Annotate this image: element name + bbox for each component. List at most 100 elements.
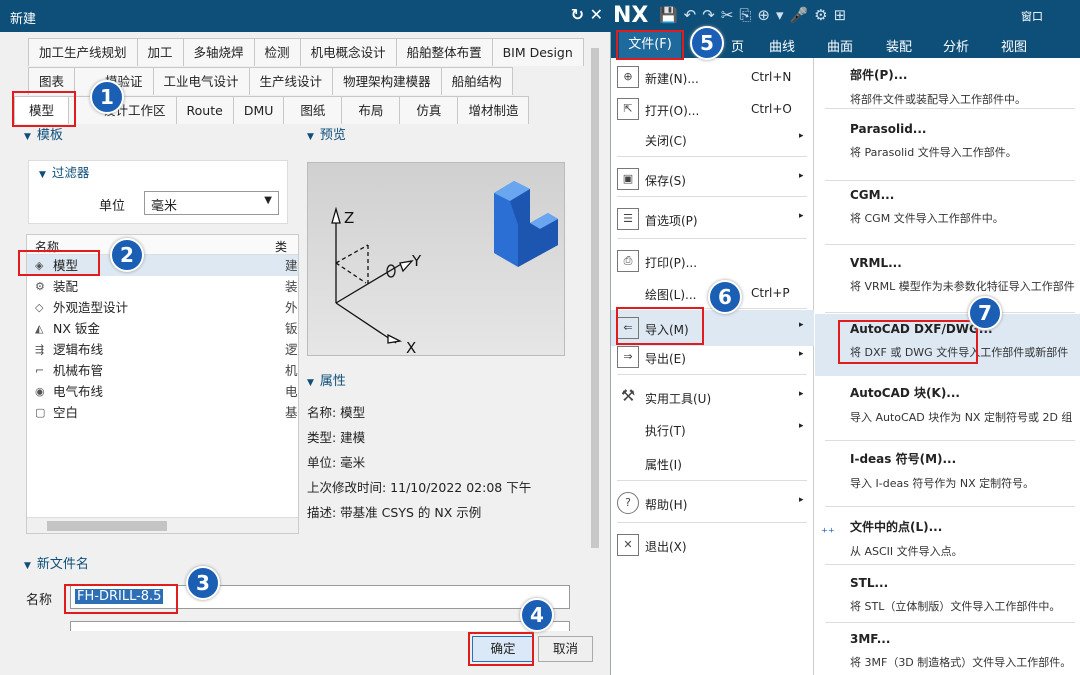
menu-item-new[interactable]: ⊕ 新建(N)... Ctrl+N [611, 62, 814, 92]
template-row[interactable]: ⚙ 装配 装 [27, 276, 298, 297]
template-row[interactable]: ⇶ 逻辑布线 逻 [27, 339, 298, 360]
unit-select-value: 毫米 [151, 199, 178, 214]
cancel-button[interactable]: 取消 [538, 636, 593, 662]
import-item-points-from-file[interactable]: ⁺⁺ 文件中的点(L)... 从 ASCII 文件导入点。 [815, 510, 1080, 572]
properties-section-header[interactable]: ▼ 属性 [297, 370, 346, 394]
tab-item[interactable]: BIM Design [491, 38, 584, 66]
logical-routing-icon: ⇶ [35, 343, 45, 356]
window-menu[interactable]: 窗口 [1021, 8, 1043, 24]
import-item-title: 3MF... [850, 632, 891, 646]
import-item-vrml[interactable]: VRML... 将 VRML 模型作为未参数化特征导入工作部件 [815, 248, 1080, 310]
tab-item[interactable]: 加工 [136, 38, 184, 66]
template-row[interactable]: ▢ 空白 基 [27, 402, 298, 423]
tab-item[interactable]: 机电概念设计 [299, 38, 397, 66]
template-name: NX 钣金 [53, 321, 100, 336]
tab-item[interactable]: 增材制造 [457, 96, 530, 124]
menu-item-utilities[interactable]: ⚒ 实用工具(U) ▸ [611, 382, 814, 412]
ribbon-tab[interactable]: 页 [731, 36, 744, 55]
tab-item[interactable]: 工业电气设计 [152, 67, 250, 95]
submenu-arrow-icon: ▸ [799, 171, 804, 181]
menu-item-exit[interactable]: ✕ 退出(X) [611, 530, 814, 560]
ribbon-tab[interactable]: 视图 [1001, 36, 1027, 55]
template-row[interactable]: ⌐ 机械布管 机 [27, 360, 298, 381]
menu-item-close[interactable]: 关闭(C) ▸ [611, 124, 814, 154]
submenu-arrow-icon: ▸ [799, 349, 804, 359]
import-item-ideas-symbol[interactable]: I-deas 符号(M)... 导入 I-deas 符号作为 NX 定制符号。 [815, 442, 1080, 504]
dialog-window-controls[interactable]: ↻ ✕ [571, 5, 603, 24]
menu-separator [825, 244, 1075, 245]
tab-item[interactable]: DMU [232, 96, 285, 124]
save-icon: ▣ [617, 168, 639, 190]
menu-shortcut: Ctrl+P [751, 286, 790, 300]
tab-item[interactable]: 物理架构建模器 [332, 67, 442, 95]
ribbon-tab[interactable]: 曲面 [827, 36, 853, 55]
template-type: 钣 [285, 321, 298, 336]
dialog-vertical-scrollbar[interactable] [588, 38, 602, 628]
prop-name: 名称: 模型 [307, 405, 366, 420]
import-item-stl[interactable]: STL... 将 STL（立体制版）文件导入工作部件中。 [815, 568, 1080, 630]
import-item-autocad-block[interactable]: AutoCAD 块(K)... 导入 AutoCAD 块作为 NX 定制符号或 2… [815, 376, 1080, 438]
tab-item[interactable]: 图纸 [283, 96, 343, 124]
menu-item-export[interactable]: ⇒ 导出(E) ▸ [611, 342, 814, 372]
scrollbar-thumb[interactable] [591, 48, 599, 548]
tab-item[interactable]: 仿真 [399, 96, 459, 124]
menu-item-print[interactable]: ⎙ 打印(P)... [611, 246, 814, 276]
annotation-box-import [616, 307, 704, 345]
axis-label-x: X [406, 339, 416, 357]
import-item-parasolid[interactable]: Parasolid... 将 Parasolid 文件导入工作部件。 [815, 114, 1080, 176]
ribbon-tab[interactable]: 分析 [943, 36, 969, 55]
menu-separator [825, 622, 1075, 623]
menu-item-save[interactable]: ▣ 保存(S) ▸ [611, 164, 814, 194]
template-list[interactable]: 名称 类 ◈ 模型建 ⚙ 装配装 ◇ 外观造型设计外 ◭ NX 钣金钣 ⇶ 逻辑布线逻 ⌐… [26, 234, 299, 534]
exit-icon: ✕ [617, 534, 639, 556]
menu-separator [825, 312, 1075, 313]
ribbon-tab[interactable]: 曲线 [769, 36, 795, 55]
import-item-3mf[interactable]: 3MF... 将 3MF（3D 制造格式）文件导入工作部件。 [815, 624, 1080, 675]
menu-separator [825, 506, 1075, 507]
menu-separator [617, 480, 807, 481]
tab-item[interactable]: 生产线设计 [248, 67, 334, 95]
menu-item-preferences[interactable]: ☰ 首选项(P) ▸ [611, 204, 814, 234]
tab-item[interactable]: Route [175, 96, 234, 124]
import-item-desc: 将 3MF（3D 制造格式）文件导入工作部件。 [850, 656, 1072, 669]
import-item-title: AutoCAD 块(K)... [850, 386, 960, 400]
axis-label-y: Y [411, 252, 422, 270]
import-item-cgm[interactable]: CGM... 将 CGM 文件导入工作部件中。 [815, 180, 1080, 242]
print-icon: ⎙ [617, 250, 639, 272]
menu-item-help[interactable]: ? 帮助(H) ▸ [611, 488, 814, 518]
folder-path-field[interactable] [70, 621, 570, 631]
unit-label: 单位 [99, 199, 126, 214]
unit-select[interactable]: 毫米 ▼ [144, 191, 279, 215]
menu-item-execute[interactable]: 执行(T) ▸ [611, 414, 814, 444]
scrollbar-thumb[interactable] [47, 521, 167, 531]
import-item-part[interactable]: 部件(P)... 将部件文件或装配导入工作部件中。 [815, 58, 1080, 120]
filter-section-header[interactable]: ▼ 过滤器 [29, 161, 287, 185]
column-header-type[interactable]: 类 [267, 235, 295, 254]
tab-item[interactable]: 加工生产线规划 [28, 38, 138, 66]
blue-block-icon [494, 181, 558, 267]
tab-item[interactable]: 船舶整体布置 [395, 38, 493, 66]
template-row[interactable]: ◉ 电气布线 电 [27, 381, 298, 402]
tab-item[interactable]: 多轴烧焊 [182, 38, 255, 66]
template-name: 外观造型设计 [53, 300, 129, 315]
quick-access-toolbar-icons[interactable]: 💾↶↷✂⎘⊕▾🎤⚙⊞ [659, 6, 852, 24]
preview-section-header[interactable]: ▼ 预览 [297, 124, 577, 148]
styling-icon: ◇ [35, 301, 44, 314]
tab-item[interactable]: 布局 [341, 96, 401, 124]
template-row[interactable]: ◭ NX 钣金 钣 [27, 318, 298, 339]
electrical-routing-icon: ◉ [35, 385, 45, 398]
ribbon-tab[interactable]: 装配 [886, 36, 912, 55]
annotation-box-model-template [18, 250, 100, 276]
horizontal-scrollbar[interactable] [27, 517, 298, 533]
import-item-desc: 从 ASCII 文件导入点。 [850, 545, 963, 558]
tab-item[interactable]: 船舶结构 [440, 67, 513, 95]
import-item-title: CGM... [850, 188, 895, 202]
menu-item-open[interactable]: ⇱ 打开(O)... Ctrl+O [611, 94, 814, 124]
tab-item[interactable]: 检测 [253, 38, 301, 66]
menu-item-properties[interactable]: 属性(I) [611, 448, 814, 478]
newfile-section-header[interactable]: ▼ 新文件名 [14, 553, 594, 577]
template-row[interactable]: ◇ 外观造型设计 外 [27, 297, 298, 318]
templates-section-header[interactable]: ▼ 模板 [14, 124, 297, 148]
annotation-box-filename [64, 584, 178, 614]
annotation-box-model-tab [12, 91, 76, 127]
